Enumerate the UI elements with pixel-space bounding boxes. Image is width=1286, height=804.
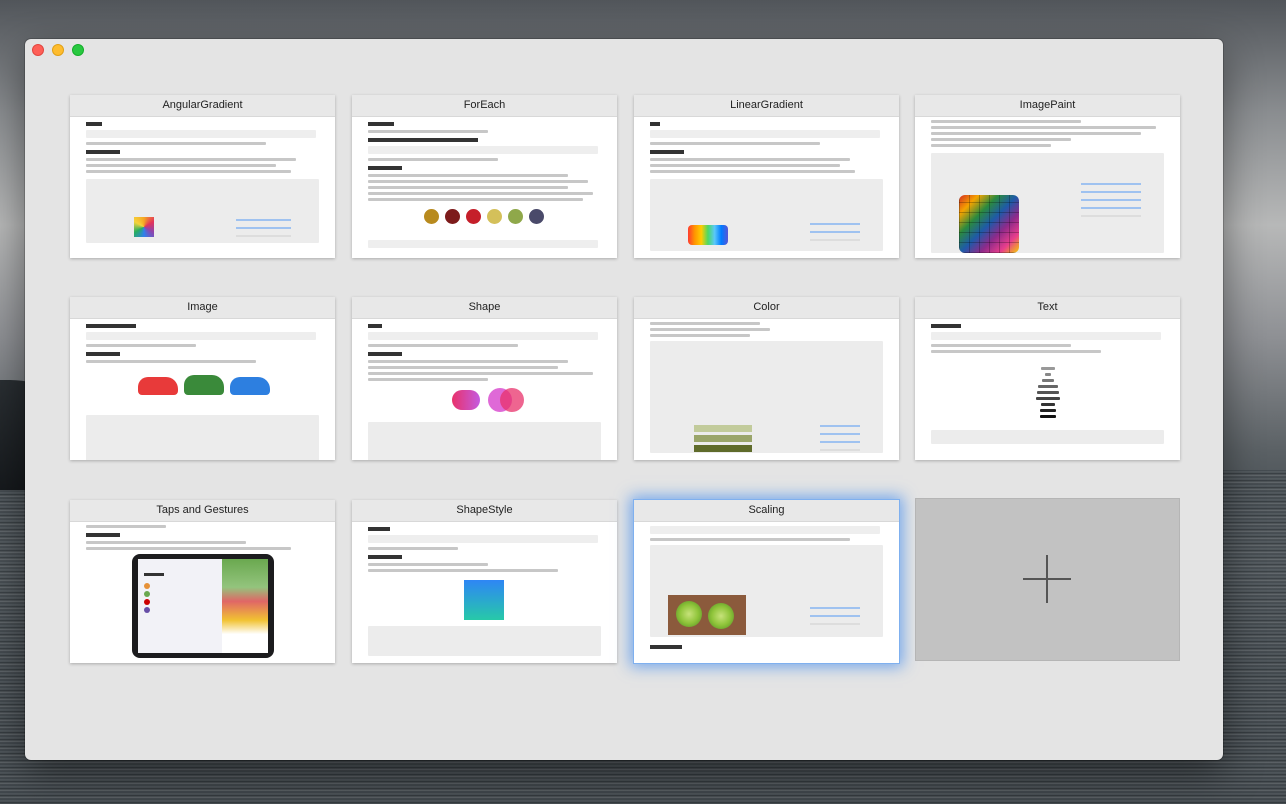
page-card-title: Text — [915, 297, 1180, 319]
maximize-window-button[interactable] — [72, 44, 84, 56]
page-preview — [70, 522, 335, 663]
page-card-shape[interactable]: Shape — [352, 297, 617, 460]
page-card-title: AngularGradient — [70, 95, 335, 117]
page-preview — [634, 319, 899, 460]
page-card-shapestyle[interactable]: ShapeStyle — [352, 500, 617, 663]
page-card-lineargradient[interactable]: LinearGradient — [634, 95, 899, 258]
page-card-taps-and-gestures[interactable]: Taps and Gestures — [70, 500, 335, 663]
app-window: AngularGradient ForEach LinearGradient I… — [25, 39, 1223, 760]
page-preview — [634, 117, 899, 258]
page-card-color[interactable]: Color — [634, 297, 899, 460]
page-preview — [634, 522, 899, 663]
minimize-window-button[interactable] — [52, 44, 64, 56]
page-preview — [352, 117, 617, 258]
page-card-title: Shape — [352, 297, 617, 319]
page-card-title: Image — [70, 297, 335, 319]
page-card-title: Taps and Gestures — [70, 500, 335, 522]
page-card-image[interactable]: Image — [70, 297, 335, 460]
page-preview — [915, 319, 1180, 460]
page-card-scaling[interactable]: Scaling — [634, 500, 899, 663]
window-controls — [32, 44, 84, 56]
page-card-angulargradient[interactable]: AngularGradient — [70, 95, 335, 258]
page-card-title: Color — [634, 297, 899, 319]
page-card-title: ForEach — [352, 95, 617, 117]
page-card-imagepaint[interactable]: ImagePaint — [915, 95, 1180, 258]
page-preview — [70, 117, 335, 258]
close-window-button[interactable] — [32, 44, 44, 56]
page-preview — [915, 117, 1180, 258]
page-preview — [352, 319, 617, 460]
page-card-text[interactable]: Text — [915, 297, 1180, 460]
page-card-title: LinearGradient — [634, 95, 899, 117]
page-card-foreach[interactable]: ForEach — [352, 95, 617, 258]
page-card-title: Scaling — [634, 500, 899, 522]
page-card-title: ImagePaint — [915, 95, 1180, 117]
page-preview — [70, 319, 335, 460]
page-card-title: ShapeStyle — [352, 500, 617, 522]
add-page-card[interactable] — [915, 498, 1180, 661]
page-preview — [352, 522, 617, 663]
